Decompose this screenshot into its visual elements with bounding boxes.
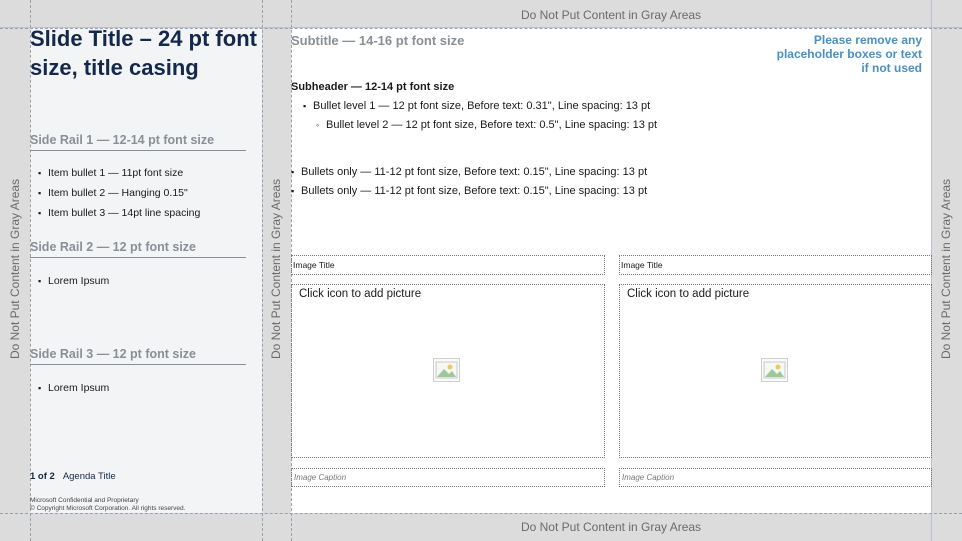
gray-area-label-left: Do Not Put Content in Gray Areas bbox=[8, 178, 22, 360]
side-rail-3-list[interactable]: Lorem Ipsum bbox=[38, 378, 109, 398]
side-rail-3-heading[interactable]: Side Rail 3 — 12 pt font size bbox=[30, 347, 246, 365]
guide-line bbox=[0, 513, 962, 514]
gray-area-label-top: Do Not Put Content in Gray Areas bbox=[520, 8, 702, 22]
gray-area-label-bottom: Do Not Put Content in Gray Areas bbox=[520, 520, 702, 534]
side-rail-1-list[interactable]: Item bullet 1 — 11pt font size Item bull… bbox=[38, 163, 200, 223]
bullet-level-2[interactable]: ◦ Bullet level 2 — 12 pt font size, Befor… bbox=[316, 119, 657, 131]
page-number: 1 of 2 bbox=[30, 471, 55, 482]
list-item: Item bullet 1 — 11pt font size bbox=[38, 163, 200, 183]
agenda-title: Agenda Title bbox=[62, 471, 116, 482]
bullet-only-2[interactable]: ▪ Bullets only — 11-12 pt font size, Befo… bbox=[291, 185, 647, 197]
side-rail-1-heading[interactable]: Side Rail 1 — 12-14 pt font size bbox=[30, 133, 246, 151]
image-caption-box-2[interactable]: Image Caption bbox=[619, 468, 932, 487]
list-item: Lorem Ipsum bbox=[38, 378, 109, 398]
guide-line bbox=[262, 0, 263, 541]
gray-area-label-middle: Do Not Put Content in Gray Areas bbox=[269, 178, 283, 360]
subheader[interactable]: Subheader — 12-14 pt font size bbox=[291, 81, 454, 93]
bullet-text: Bullet level 2 — 12 pt font size, Before… bbox=[326, 119, 658, 131]
picture-icon[interactable] bbox=[761, 358, 788, 382]
gray-area-label-right: Do Not Put Content in Gray Areas bbox=[939, 178, 953, 360]
bullet-text: Bullet level 1 — 12 pt font size, Before… bbox=[313, 100, 651, 112]
picture-placeholder-hint: Click icon to add picture bbox=[299, 288, 422, 300]
picture-placeholder-1[interactable]: Click icon to add picture bbox=[291, 284, 605, 458]
picture-placeholder-2[interactable]: Click icon to add picture bbox=[619, 284, 932, 458]
side-rail-2-list[interactable]: Lorem Ipsum bbox=[38, 271, 109, 291]
bullet-only-1[interactable]: ▪ Bullets only — 11-12 pt font size, Befo… bbox=[291, 166, 647, 178]
square-bullet-icon: ▪ bbox=[291, 186, 295, 196]
picture-placeholder-hint: Click icon to add picture bbox=[627, 288, 750, 300]
list-item: Item bullet 2 — Hanging 0.15" bbox=[38, 183, 200, 203]
picture-icon[interactable] bbox=[433, 358, 460, 382]
list-item: Item bullet 3 — 14pt line spacing bbox=[38, 203, 200, 223]
legal-notice: Microsoft Confidential and Proprietary ©… bbox=[30, 497, 185, 513]
image-title-box-1[interactable]: Image Title bbox=[291, 255, 605, 275]
slide-title[interactable]: Slide Title – 24 pt font size, title cas… bbox=[30, 24, 260, 82]
legal-line-confidential: Microsoft Confidential and Proprietary bbox=[30, 497, 139, 504]
square-bullet-icon: ▪ bbox=[303, 101, 307, 111]
square-bullet-icon: ▪ bbox=[291, 167, 295, 177]
image-caption-box-1[interactable]: Image Caption bbox=[291, 468, 605, 487]
slide-subtitle[interactable]: Subtitle — 14-16 pt font size bbox=[291, 33, 464, 48]
remove-placeholder-note[interactable]: Please remove any placeholder boxes or t… bbox=[770, 33, 922, 75]
circle-bullet-icon: ◦ bbox=[316, 120, 320, 130]
list-item: Lorem Ipsum bbox=[38, 271, 109, 291]
bullet-text: Bullets only — 11-12 pt font size, Befor… bbox=[301, 185, 648, 197]
side-rail-2-heading[interactable]: Side Rail 2 — 12 pt font size bbox=[30, 240, 246, 258]
bullet-text: Bullets only — 11-12 pt font size, Befor… bbox=[301, 166, 648, 178]
image-title-box-2[interactable]: Image Title bbox=[619, 255, 932, 275]
legal-line-copyright: © Copyright Microsoft Corporation. All r… bbox=[30, 505, 186, 512]
bullet-level-1[interactable]: ▪ Bullet level 1 — 12 pt font size, Befor… bbox=[303, 100, 650, 112]
footer-page-info: 1 of 2 Agenda Title bbox=[30, 471, 116, 482]
